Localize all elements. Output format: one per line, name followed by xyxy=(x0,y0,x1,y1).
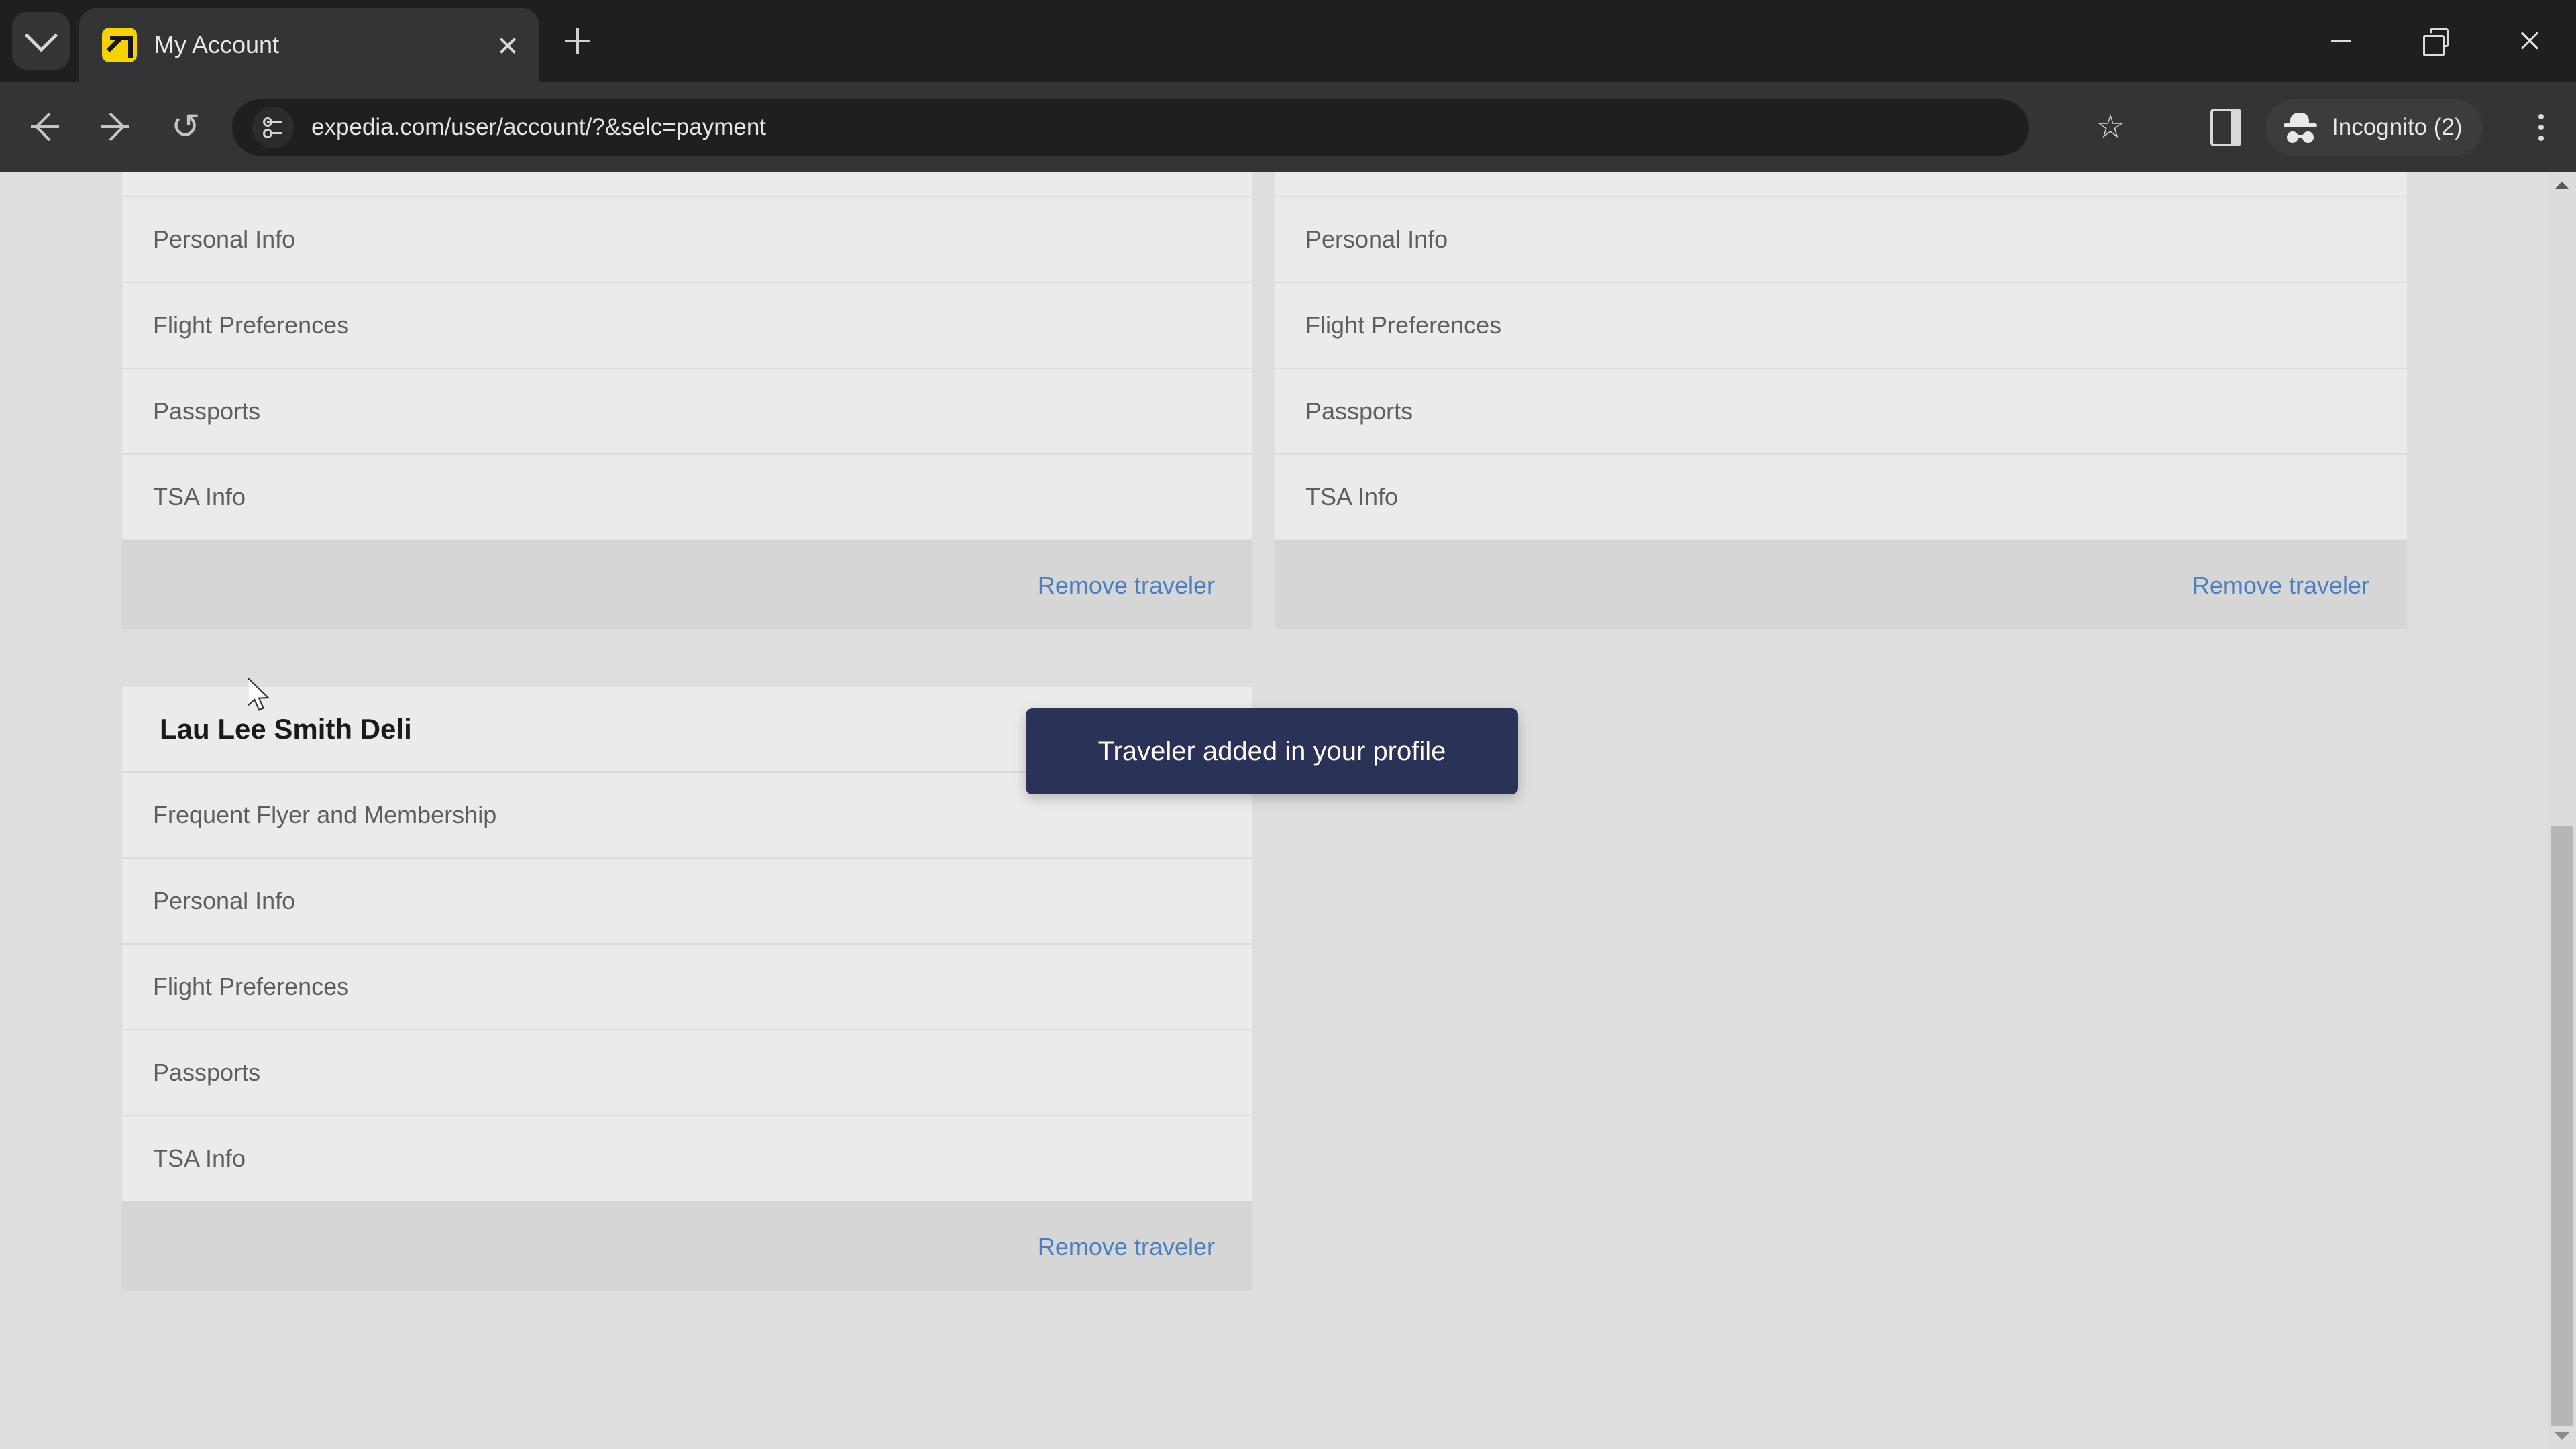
scroll-up-arrow-icon[interactable] xyxy=(2548,172,2576,199)
card-row-label: Passports xyxy=(153,397,261,425)
reload-icon[interactable]: ↻ xyxy=(158,99,213,154)
close-icon[interactable] xyxy=(487,24,529,66)
card-row-flight-preferences[interactable]: Flight Preferences xyxy=(122,945,1252,1030)
card-row-tsa-info[interactable]: TSA Info xyxy=(122,455,1252,541)
browser-window: My Account ↻ expedia.com/user/account/?&… xyxy=(0,0,2576,1449)
traveler-card: Personal Info Flight Preferences Passpor… xyxy=(1275,172,2407,629)
card-row-tsa-info[interactable]: TSA Info xyxy=(1275,455,2407,541)
address-bar[interactable]: expedia.com/user/account/?&selc=payment xyxy=(232,99,2029,156)
card-footer: Remove traveler xyxy=(122,1202,1252,1291)
card-row-personal-info[interactable]: Personal Info xyxy=(1275,197,2407,283)
address-bar-url: expedia.com/user/account/?&selc=payment xyxy=(311,114,767,140)
tab-strip: My Account xyxy=(0,0,2576,82)
scrollbar-thumb[interactable] xyxy=(2551,826,2573,1426)
card-row-passports[interactable]: Passports xyxy=(122,1030,1252,1116)
card-row-personal-info[interactable]: Personal Info xyxy=(122,859,1252,945)
card-row-label: TSA Info xyxy=(1305,483,1399,511)
card-row-label: Flight Preferences xyxy=(1305,311,1502,339)
site-settings-icon[interactable] xyxy=(252,107,294,148)
incognito-indicator[interactable]: Incognito (2) xyxy=(2266,99,2483,156)
card-row-label: Passports xyxy=(153,1059,261,1086)
tab-title: My Account xyxy=(154,31,280,58)
three-dot-menu-icon[interactable] xyxy=(2521,102,2561,153)
toast-notification: Traveler added in your profile xyxy=(1026,708,1518,794)
star-icon[interactable]: ☆ xyxy=(2085,102,2136,153)
card-row-label: Flight Preferences xyxy=(153,973,350,1000)
card-row-label: Personal Info xyxy=(1305,225,1448,253)
restore-window-icon[interactable] xyxy=(2388,0,2482,82)
toast-message: Traveler added in your profile xyxy=(1097,736,1446,766)
card-row-label: Flight Preferences xyxy=(153,311,350,339)
vertical-scrollbar[interactable] xyxy=(2548,172,2576,1449)
scroll-down-arrow-icon[interactable] xyxy=(2548,1422,2576,1449)
card-row-tsa-info[interactable]: TSA Info xyxy=(122,1116,1252,1202)
page-viewport: Personal Info Flight Preferences Passpor… xyxy=(0,172,2576,1449)
card-row-label: TSA Info xyxy=(153,483,246,511)
browser-toolbar: ↻ expedia.com/user/account/?&selc=paymen… xyxy=(0,82,2576,172)
arrow-left-icon[interactable] xyxy=(17,99,72,154)
arrow-right-icon[interactable] xyxy=(87,99,142,154)
plus-icon[interactable] xyxy=(554,17,601,64)
browser-tab[interactable]: My Account xyxy=(79,8,539,82)
card-row-flight-preferences[interactable]: Flight Preferences xyxy=(1275,283,2407,369)
card-row-partial[interactable] xyxy=(1275,172,2407,197)
close-window-icon[interactable] xyxy=(2482,0,2576,82)
card-row-passports[interactable]: Passports xyxy=(1275,369,2407,455)
card-row-passports[interactable]: Passports xyxy=(122,369,1252,455)
remove-traveler-link[interactable]: Remove traveler xyxy=(2192,572,2369,600)
card-row-flight-preferences[interactable]: Flight Preferences xyxy=(122,283,1252,369)
card-row-label: TSA Info xyxy=(153,1144,246,1172)
card-footer: Remove traveler xyxy=(1275,541,2407,629)
expedia-logo-icon xyxy=(102,28,137,62)
card-row-label: Personal Info xyxy=(153,887,296,914)
card-footer: Remove traveler xyxy=(122,541,1252,629)
side-panel-icon[interactable] xyxy=(2200,102,2251,153)
card-row-partial[interactable] xyxy=(122,172,1252,197)
card-row-label: Passports xyxy=(1305,397,1413,425)
remove-traveler-link[interactable]: Remove traveler xyxy=(1038,1233,1215,1261)
card-row-label: Frequent Flyer and Membership xyxy=(153,801,497,828)
incognito-label: Incognito (2) xyxy=(2332,114,2463,140)
incognito-icon xyxy=(2282,109,2318,146)
remove-traveler-link[interactable]: Remove traveler xyxy=(1038,572,1215,600)
card-row-label: Personal Info xyxy=(153,225,296,253)
minimize-icon[interactable] xyxy=(2294,0,2388,82)
tab-search-button[interactable] xyxy=(12,12,70,70)
chevron-down-icon xyxy=(24,18,58,52)
card-row-personal-info[interactable]: Personal Info xyxy=(122,197,1252,283)
window-controls xyxy=(2294,0,2576,82)
traveler-card: Personal Info Flight Preferences Passpor… xyxy=(122,172,1252,629)
